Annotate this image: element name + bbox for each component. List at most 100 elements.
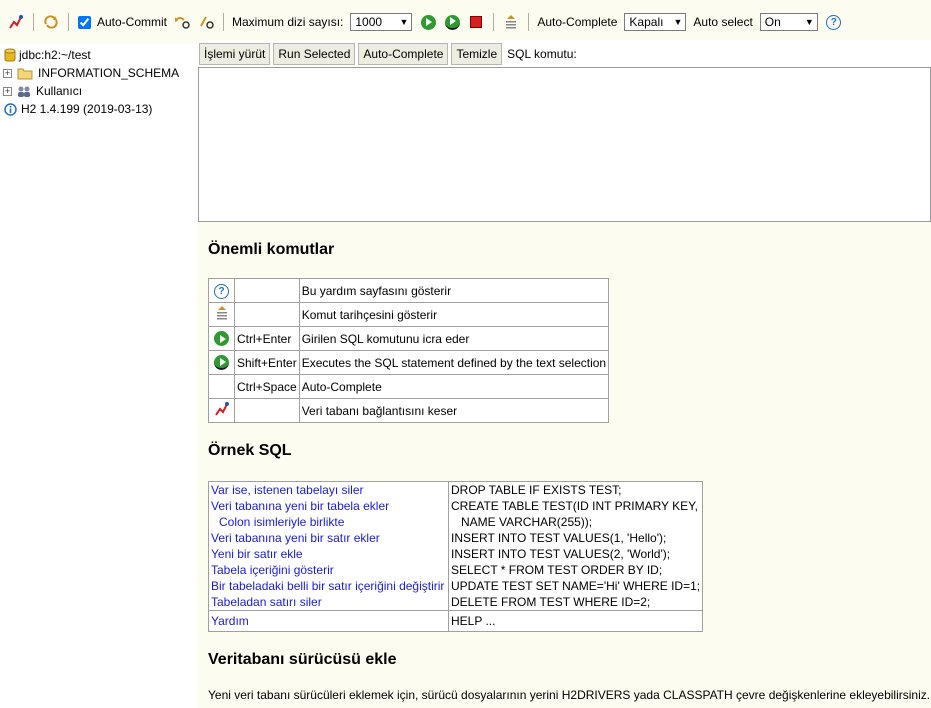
tree-item-users[interactable]: + Kullanıcı <box>0 82 197 100</box>
command-icon-cell <box>208 302 235 327</box>
tree-item-label: INFORMATION_SCHEMA <box>38 66 180 80</box>
help-link-cell: Yardım <box>208 610 449 632</box>
users-icon <box>18 86 30 97</box>
command-icon-cell <box>208 398 235 423</box>
sample-links-cell: Var ise, istenen tabelayı siler Veri tab… <box>208 481 449 611</box>
help-icon[interactable]: ? <box>214 283 229 299</box>
table-row: Komut tarihçesini gösterir <box>208 302 610 327</box>
sample-link[interactable]: Veri tabanına yeni bir satır ekler <box>211 530 446 546</box>
help-link[interactable]: Yardım <box>211 613 446 629</box>
help-icon[interactable]: ? <box>825 13 843 31</box>
sql-input[interactable] <box>198 67 931 222</box>
auto-select-label: Auto select <box>693 15 753 29</box>
command-icon-cell: ? <box>208 278 235 303</box>
run-icon[interactable] <box>419 13 437 31</box>
tree-item-label: Kullanıcı <box>36 84 83 98</box>
toolbar-separator <box>493 13 495 31</box>
expand-icon[interactable]: + <box>3 68 12 78</box>
help-panel: Önemli komutlar ? Bu yardım sayfasını gö… <box>197 222 931 708</box>
sample-link[interactable]: Var ise, istenen tabelayı siler <box>211 482 446 498</box>
table-row: Ctrl+Space Auto-Complete <box>208 374 610 399</box>
version-label: H2 1.4.199 (2019-03-13) <box>21 102 153 116</box>
toolbar-separator <box>33 13 34 31</box>
table-row: Veri tabanı bağlantısını keser <box>208 398 610 423</box>
command-desc: Bu yardım sayfasını gösterir <box>298 278 610 303</box>
sample-sql: INSERT INTO TEST VALUES(2, 'World'); <box>451 547 671 561</box>
sample-link[interactable]: Yeni bir satır ekle <box>211 546 446 562</box>
add-driver-title: Veritabanı sürücüsü ekle <box>208 651 397 668</box>
add-driver-text: Yeni veri tabanı sürücüleri eklemek için… <box>208 688 931 702</box>
tree-connection-label: jdbc:h2:~/test <box>19 48 91 62</box>
table-row: Ctrl+Enter Girilen SQL komutunu icra ede… <box>208 326 610 351</box>
disconnect-icon[interactable] <box>7 13 25 31</box>
expand-icon[interactable]: + <box>3 86 12 96</box>
help-sql-cell: HELP ... <box>447 610 704 632</box>
chevron-down-icon: ▼ <box>804 17 814 27</box>
auto-select-select[interactable]: On ▼ <box>759 13 818 31</box>
table-row: Var ise, istenen tabelayı siler Veri tab… <box>208 481 704 611</box>
command-desc: Auto-Complete <box>298 374 610 399</box>
run-selected-icon[interactable] <box>214 355 229 371</box>
info-icon <box>4 102 17 116</box>
command-key <box>234 278 300 303</box>
command-icon-cell <box>208 326 235 351</box>
history-icon[interactable] <box>502 13 520 31</box>
command-desc: Executes the SQL statement defined by th… <box>298 350 610 375</box>
auto-complete-button[interactable]: Auto-Complete <box>358 42 449 65</box>
sample-link[interactable]: Colon isimleriyle birlikte <box>211 514 446 530</box>
command-key <box>234 398 300 423</box>
commands-table: ? Bu yardım sayfasını gösterir Komut tar… <box>208 278 610 423</box>
database-icon <box>4 48 16 62</box>
sample-link[interactable]: Tabela içeriğini gösterir <box>211 562 446 578</box>
sample-sql-table: Var ise, istenen tabelayı siler Veri tab… <box>208 481 704 632</box>
run-button[interactable]: İşlemi yürüt <box>199 42 271 65</box>
auto-commit-checkbox[interactable] <box>78 15 91 29</box>
command-key: Shift+Enter <box>234 350 300 375</box>
auto-commit-label: Auto-Commit <box>97 15 168 29</box>
command-key: Ctrl+Enter <box>234 326 300 351</box>
folder-icon <box>17 68 33 79</box>
sample-sql: INSERT INTO TEST VALUES(1, 'Hello'); <box>451 531 667 545</box>
max-rows-select[interactable]: 1000 ▼ <box>350 13 413 31</box>
table-row: Shift+Enter Executes the SQL statement d… <box>208 350 610 375</box>
run-icon[interactable] <box>214 331 229 346</box>
auto-complete-select[interactable]: Kapalı ▼ <box>624 13 687 31</box>
sample-sql: UPDATE TEST SET NAME='Hi' WHERE ID=1; <box>451 579 701 593</box>
commit-icon[interactable] <box>197 13 215 31</box>
sample-sql: DROP TABLE IF EXISTS TEST; <box>451 483 622 497</box>
important-commands-title: Önemli komutlar <box>208 241 335 258</box>
toolbar: Auto-Commit Maximum dizi sayısı: 1000 ▼ … <box>0 0 931 44</box>
max-rows-label: Maximum dizi sayısı: <box>232 15 344 29</box>
run-selected-icon[interactable] <box>443 13 461 31</box>
refresh-icon[interactable] <box>42 13 60 31</box>
command-desc: Komut tarihçesini gösterir <box>298 302 610 327</box>
table-row: ? Bu yardım sayfasını gösterir <box>208 278 610 303</box>
sample-sql: SELECT * FROM TEST ORDER BY ID; <box>451 563 663 577</box>
run-selected-button[interactable]: Run Selected <box>273 42 356 65</box>
auto-complete-value: Kapalı <box>629 15 664 29</box>
rollback-icon[interactable] <box>173 13 191 31</box>
clear-button[interactable]: Temizle <box>451 42 503 65</box>
command-icon-cell <box>208 374 235 399</box>
disconnect-icon[interactable] <box>214 401 230 417</box>
sample-sql: DELETE FROM TEST WHERE ID=2; <box>451 595 651 609</box>
toolbar-separator <box>68 13 69 31</box>
stop-icon[interactable] <box>467 13 485 31</box>
tree-item-information-schema[interactable]: + INFORMATION_SCHEMA <box>0 64 197 82</box>
command-desc: Veri tabanı bağlantısını keser <box>298 398 610 423</box>
sql-label: SQL komutu: <box>507 46 577 61</box>
help-sql: HELP ... <box>451 614 496 628</box>
sample-link[interactable]: Bir tabeladaki belli bir satır içeriğini… <box>211 578 446 594</box>
history-icon[interactable] <box>216 305 228 321</box>
tree-connection[interactable]: jdbc:h2:~/test <box>0 46 197 64</box>
sample-link[interactable]: Veri tabanına yeni bir tabela ekler <box>211 498 446 514</box>
toolbar-separator <box>223 13 225 31</box>
chevron-down-icon: ▼ <box>673 17 683 27</box>
sample-link[interactable]: Tabeladan satırı siler <box>211 594 446 610</box>
command-icon-cell <box>208 350 235 375</box>
toolbar-separator <box>528 13 530 31</box>
table-row: Yardım HELP ... <box>208 610 704 632</box>
sample-sql: NAME VARCHAR(255)); <box>461 515 593 529</box>
command-key <box>234 302 300 327</box>
max-rows-value: 1000 <box>355 15 383 29</box>
